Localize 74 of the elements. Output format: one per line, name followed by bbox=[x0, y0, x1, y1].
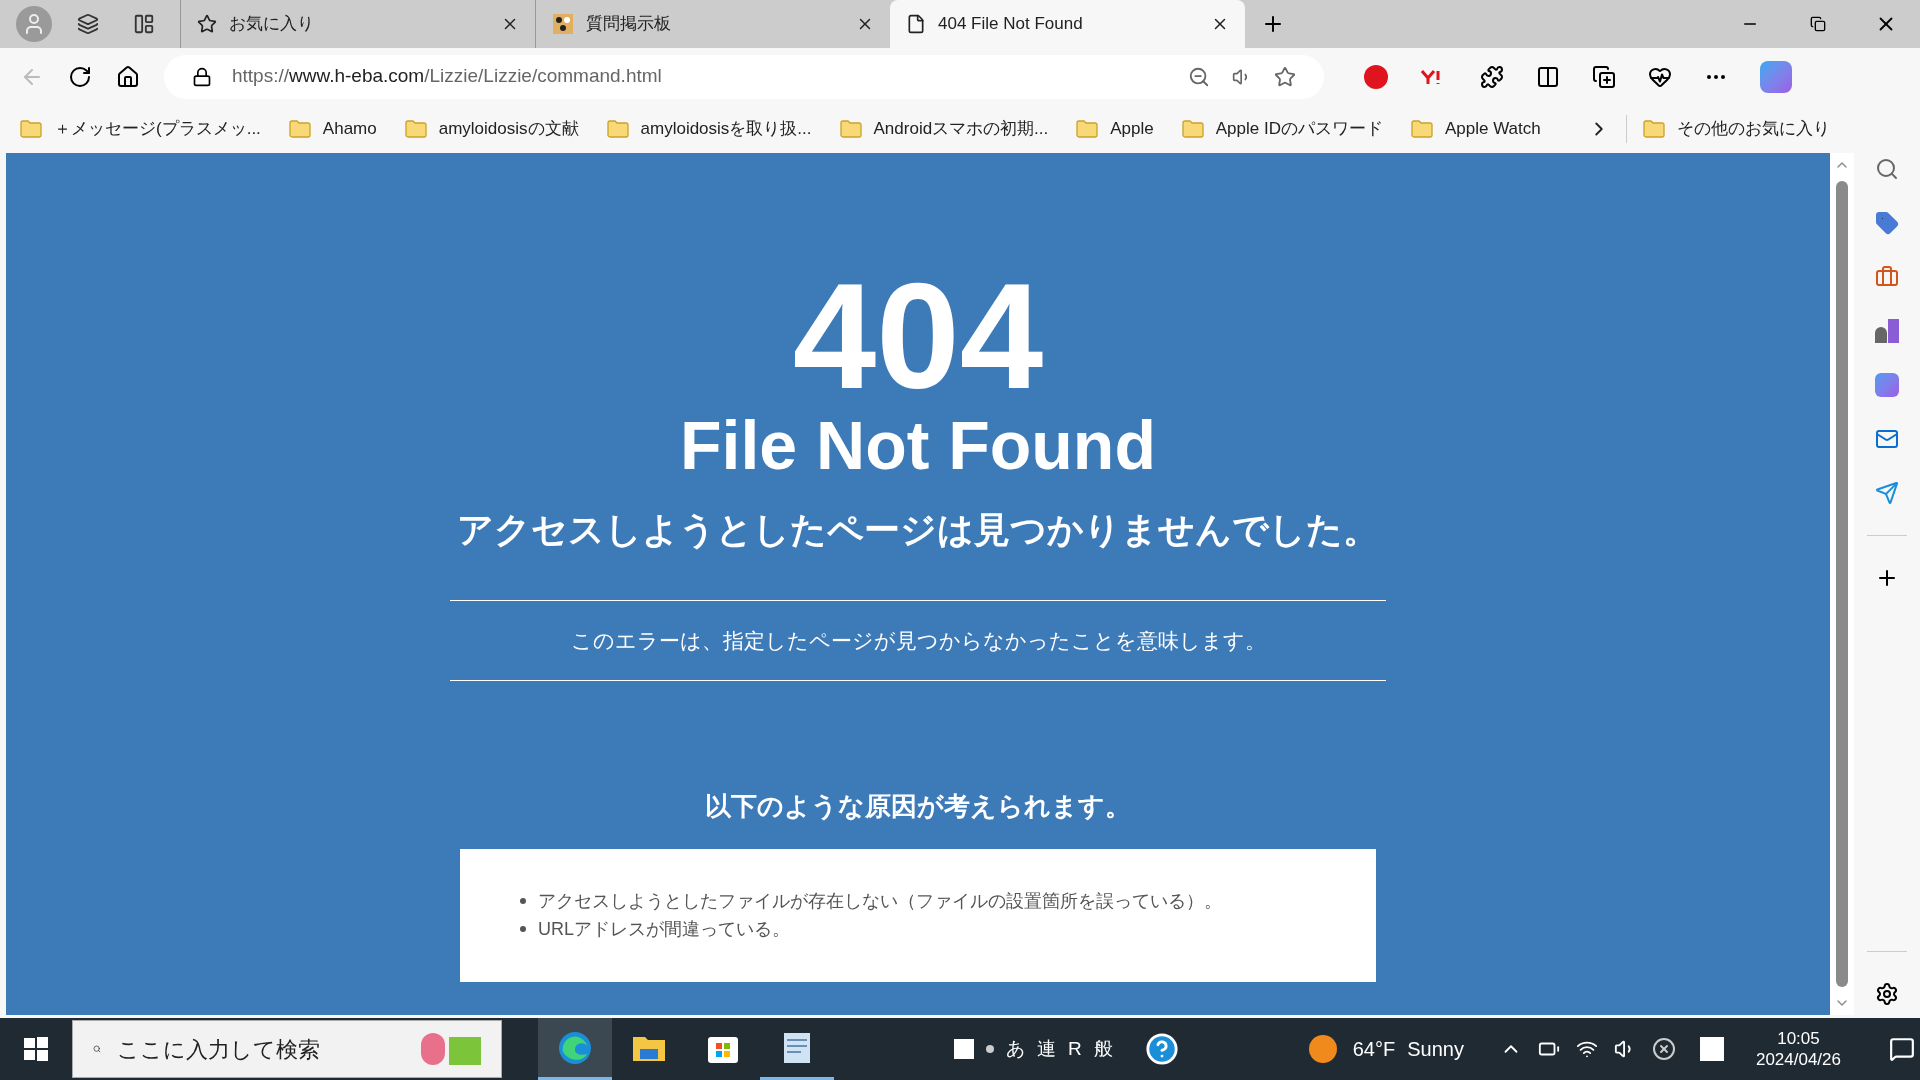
page-icon bbox=[906, 14, 926, 34]
error-title: File Not Found bbox=[680, 411, 1156, 479]
vertical-tabs-icon[interactable] bbox=[133, 13, 155, 35]
tab-title: 404 File Not Found bbox=[938, 13, 1084, 36]
tab-title: お気に入り bbox=[229, 13, 315, 36]
bookmark-item[interactable]: その他のお気に入り bbox=[1643, 116, 1830, 142]
bookmark-item[interactable]: ＋メッセージ(プラスメッ... bbox=[20, 116, 261, 142]
scrollbar[interactable] bbox=[1830, 153, 1854, 1015]
folder-icon bbox=[606, 120, 629, 138]
folder-icon bbox=[404, 120, 427, 138]
chess-pieces-icon[interactable] bbox=[1875, 319, 1899, 343]
tab-actions-icon[interactable] bbox=[77, 13, 99, 35]
collections-icon[interactable] bbox=[1592, 64, 1616, 89]
notification-icon[interactable] bbox=[1889, 1036, 1915, 1062]
favorite-icon[interactable] bbox=[1274, 65, 1296, 88]
folder-icon bbox=[288, 120, 311, 138]
error-icon[interactable] bbox=[1651, 1037, 1676, 1061]
folder-icon bbox=[1181, 120, 1204, 138]
cause-item: アクセスしようとしたファイルが存在しない（ファイルの設置箇所を誤っている）。 bbox=[520, 887, 1376, 915]
ime-mode[interactable]: あ bbox=[1006, 1034, 1025, 1064]
zoom-out-icon[interactable] bbox=[1188, 65, 1210, 88]
extensions-icon[interactable] bbox=[1480, 64, 1504, 89]
outlook-icon[interactable] bbox=[1875, 427, 1899, 451]
error-description: このエラーは、指定したページが見つからなかったことを意味します。 bbox=[570, 628, 1266, 654]
ime-mode[interactable]: 般 bbox=[1093, 1034, 1113, 1064]
settings-icon[interactable] bbox=[1875, 982, 1899, 1006]
toolbox-icon[interactable] bbox=[1875, 265, 1899, 289]
bookmark-item[interactable]: Apple bbox=[1076, 116, 1154, 142]
bookmark-item[interactable]: Apple Watch bbox=[1410, 116, 1541, 142]
windows-logo-icon[interactable] bbox=[24, 1037, 48, 1061]
weather-condition[interactable]: Sunny bbox=[1407, 1034, 1464, 1064]
search-input[interactable]: ここに入力して検索 bbox=[117, 1032, 405, 1066]
folder-icon bbox=[1410, 120, 1433, 138]
reload-icon[interactable] bbox=[68, 64, 92, 89]
board-game-icon bbox=[552, 13, 574, 35]
folder-icon bbox=[1076, 120, 1099, 138]
browser-icon bbox=[557, 1029, 593, 1066]
browser-tab[interactable]: 質問掲示板 bbox=[535, 0, 890, 48]
search-icon[interactable] bbox=[1875, 157, 1899, 181]
tab-title: 質問掲示板 bbox=[586, 13, 672, 36]
document-icon bbox=[781, 1030, 813, 1065]
home-icon[interactable] bbox=[116, 64, 140, 89]
split-screen-icon[interactable] bbox=[1536, 64, 1560, 89]
browser-tab[interactable]: 404 File Not Found bbox=[890, 0, 1245, 48]
error-subtitle: アクセスしようとしたページは見つかりませんでした。 bbox=[457, 512, 1379, 548]
bookmark-item[interactable]: Androidスマホの初期... bbox=[839, 116, 1049, 142]
bookmark-item[interactable]: amyloidosisを取り扱... bbox=[606, 116, 812, 142]
ime-mode[interactable]: 連 bbox=[1037, 1034, 1056, 1064]
ime-mode[interactable]: R bbox=[1068, 1034, 1082, 1064]
browser-tab[interactable]: お気に入り bbox=[180, 0, 535, 48]
taskbar-search-field[interactable]: ここに入力して検索 bbox=[72, 1020, 502, 1078]
restore-icon[interactable] bbox=[1810, 16, 1826, 32]
error-code: 404 bbox=[792, 261, 1044, 411]
folder-icon bbox=[1643, 120, 1665, 138]
clock[interactable]: 10:05 2024/04/26 bbox=[1755, 1027, 1841, 1071]
folder-icon bbox=[839, 120, 862, 138]
causes-heading: 以下のような原因が考えられます。 bbox=[705, 793, 1131, 819]
url-text: https://www.h-eba.com/Lizzie/Lizzie/command.html bbox=[232, 64, 663, 89]
star-list-icon bbox=[197, 14, 217, 34]
lock-icon bbox=[192, 66, 212, 87]
clock-time: 10:05 bbox=[1777, 1027, 1820, 1049]
tag-icon[interactable] bbox=[1875, 211, 1899, 235]
help-icon[interactable] bbox=[1144, 1032, 1179, 1066]
address-bar[interactable]: https://www.h-eba.com/Lizzie/Lizzie/command.html bbox=[164, 54, 1324, 99]
folder-icon bbox=[20, 120, 42, 138]
scroll-thumb[interactable] bbox=[1836, 181, 1848, 987]
cause-item: URLアドレスが間違っている。 bbox=[520, 915, 1376, 943]
bookmark-item[interactable]: amyloidosisの文献 bbox=[404, 116, 579, 142]
weather-temperature[interactable]: 64°F bbox=[1352, 1034, 1396, 1064]
bookmark-item[interactable]: Apple IDのパスワード bbox=[1181, 116, 1383, 142]
clock-date: 2024/04/26 bbox=[1755, 1049, 1841, 1071]
sun-icon[interactable] bbox=[1308, 1035, 1337, 1063]
paper-plane-icon[interactable] bbox=[1875, 481, 1899, 505]
bookmark-item[interactable]: Ahamo bbox=[288, 116, 377, 142]
